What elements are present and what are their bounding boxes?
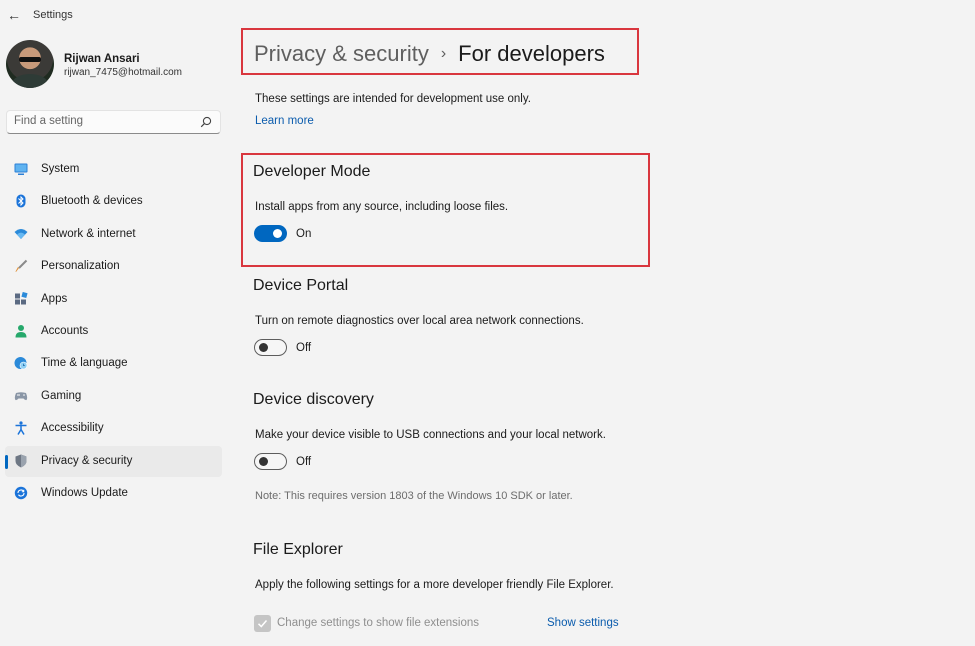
toggle-knob: [259, 457, 268, 466]
developer-mode-description: Install apps from any source, including …: [255, 201, 508, 213]
active-indicator: [5, 455, 8, 469]
intro-text: These settings are intended for developm…: [255, 93, 531, 105]
toggle-knob: [273, 229, 282, 238]
chevron-right-icon: ›: [441, 45, 446, 62]
brush-icon: [14, 259, 28, 273]
developer-mode-state: On: [296, 228, 311, 240]
file-explorer-description: Apply the following settings for a more …: [255, 579, 614, 591]
app-title: Settings: [33, 9, 73, 21]
show-file-extensions-label: Change settings to show file extensions: [277, 617, 479, 629]
sidebar-item-label: Privacy & security: [41, 455, 132, 467]
sidebar-item-label: Bluetooth & devices: [41, 195, 143, 207]
sidebar-item-gaming[interactable]: Gaming: [5, 381, 222, 412]
user-email: rijwan_7475@hotmail.com: [64, 67, 182, 78]
sidebar-item-label: Time & language: [41, 357, 128, 369]
breadcrumb: Privacy & security › For developers: [254, 41, 605, 67]
sidebar-item-bluetooth-devices[interactable]: Bluetooth & devices: [5, 186, 222, 217]
device-discovery-description: Make your device visible to USB connecti…: [255, 429, 606, 441]
device-discovery-note: Note: This requires version 1803 of the …: [255, 490, 573, 502]
title-bar: ← Settings: [0, 0, 975, 30]
search-icon[interactable]: [200, 116, 212, 128]
sidebar-item-label: Apps: [41, 293, 67, 305]
sidebar-item-windows-update[interactable]: Windows Update: [5, 478, 222, 509]
sidebar-item-accessibility[interactable]: Accessibility: [5, 413, 222, 444]
sidebar-item-system[interactable]: System: [5, 154, 222, 185]
device-discovery-toggle[interactable]: [254, 453, 287, 470]
search-box[interactable]: [6, 110, 221, 134]
user-name: Rijwan Ansari: [64, 53, 140, 65]
sidebar-item-apps[interactable]: Apps: [5, 284, 222, 315]
shield-icon: [14, 454, 28, 468]
avatar[interactable]: [6, 40, 54, 88]
learn-more-link[interactable]: Learn more: [255, 115, 314, 127]
file-explorer-title: File Explorer: [253, 541, 343, 559]
apps-icon: [14, 292, 28, 306]
accessibility-icon: [14, 421, 28, 435]
page-title: For developers: [458, 41, 605, 66]
sidebar-item-personalization[interactable]: Personalization: [5, 251, 222, 282]
avatar-sunglasses: [19, 57, 41, 62]
search-input[interactable]: [14, 115, 194, 127]
sidebar-item-label: Accessibility: [41, 422, 104, 434]
wifi-icon: [14, 227, 28, 241]
sidebar-item-label: Gaming: [41, 390, 81, 402]
sidebar-item-privacy-security[interactable]: Privacy & security: [5, 446, 222, 477]
sidebar-item-label: Network & internet: [41, 228, 136, 240]
monitor-icon: [14, 162, 28, 176]
back-arrow-icon[interactable]: ←: [6, 7, 22, 23]
globe-clock-icon: [14, 356, 28, 370]
checkmark-icon: [257, 618, 268, 629]
sidebar-item-label: Accounts: [41, 325, 88, 337]
avatar-shirt: [12, 74, 48, 88]
gamepad-icon: [14, 389, 28, 403]
person-icon: [14, 324, 28, 338]
developer-mode-toggle[interactable]: [254, 225, 287, 242]
developer-mode-title: Developer Mode: [253, 163, 370, 181]
breadcrumb-parent[interactable]: Privacy & security: [254, 41, 429, 66]
device-discovery-state: Off: [296, 456, 311, 468]
sidebar-item-label: Personalization: [41, 260, 120, 272]
device-discovery-title: Device discovery: [253, 391, 374, 409]
device-portal-toggle[interactable]: [254, 339, 287, 356]
device-portal-description: Turn on remote diagnostics over local ar…: [255, 315, 584, 327]
bluetooth-icon: [14, 194, 28, 208]
sidebar-item-accounts[interactable]: Accounts: [5, 316, 222, 347]
sidebar-item-label: Windows Update: [41, 487, 128, 499]
show-file-extensions-checkbox[interactable]: [254, 615, 271, 632]
sidebar-item-network-internet[interactable]: Network & internet: [5, 219, 222, 250]
sidebar-nav: System Bluetooth & devices Network & int…: [5, 154, 222, 510]
sidebar-item-time-language[interactable]: Time & language: [5, 348, 222, 379]
device-portal-title: Device Portal: [253, 277, 348, 295]
update-icon: [14, 486, 28, 500]
device-portal-state: Off: [296, 342, 311, 354]
sidebar-item-label: System: [41, 163, 79, 175]
show-settings-link[interactable]: Show settings: [547, 617, 619, 629]
toggle-knob: [259, 343, 268, 352]
